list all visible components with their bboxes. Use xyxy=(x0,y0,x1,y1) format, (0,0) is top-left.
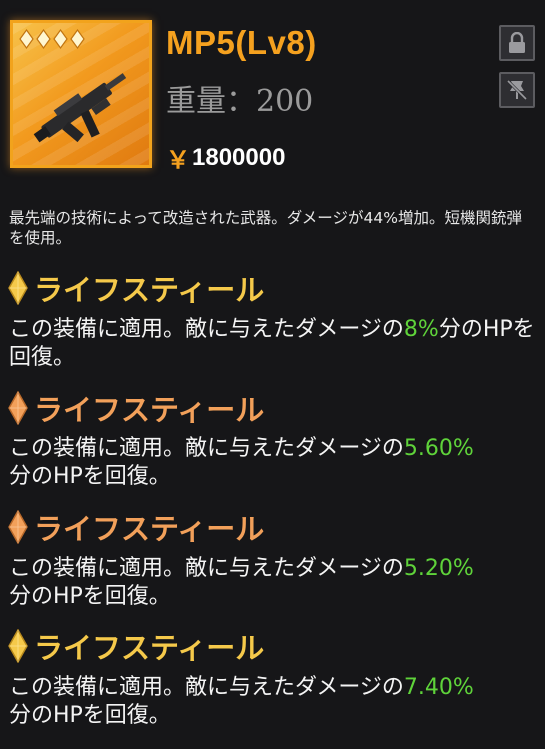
skill-title: ライフスティール xyxy=(8,625,264,667)
skill-desc-text: 分のHPを回復。 xyxy=(9,584,171,609)
item-name: MP5(Lv8) xyxy=(166,24,317,61)
skill-title-text: ライフスティール xyxy=(34,631,265,665)
skill-desc-text: 分のHPを回復。 xyxy=(9,703,171,728)
item-price-row: ￥ 1800000 xyxy=(166,140,285,175)
skill-percent: 8% xyxy=(403,317,439,342)
lock-button[interactable] xyxy=(499,25,535,61)
item-description: 最先端の技術によって改造された武器。ダメージが44%増加。短機関銃弾を使用。 xyxy=(9,209,522,247)
skill-title-text: ライフスティール xyxy=(34,512,265,546)
skill-percent: 5.60% xyxy=(403,436,474,461)
item-price: 1800000 xyxy=(192,143,286,171)
skill-description: この装備に適用。敵に与えたダメージの7.40% 分のHPを回復。 xyxy=(9,674,479,730)
skill-diamond-icon xyxy=(8,629,28,663)
skill-description: この装備に適用。敵に与えたダメージの5.20% 分のHPを回復。 xyxy=(9,555,479,611)
rarity-diamond-icon xyxy=(53,29,68,49)
skill-title-text: ライフスティール xyxy=(34,393,265,427)
skill-desc-text: この装備に適用。敵に与えたダメージの xyxy=(9,675,404,700)
rarity-stars xyxy=(19,29,85,49)
rarity-diamond-icon xyxy=(19,29,34,49)
skill-percent: 7.40% xyxy=(403,675,474,700)
skill-title-text: ライフスティール xyxy=(34,273,265,307)
skill-title: ライフスティール xyxy=(8,267,264,309)
skill-description: この装備に適用。敵に与えたダメージの5.60% 分のHPを回復。 xyxy=(9,435,479,491)
unpin-button[interactable] xyxy=(499,72,535,108)
skill-title: ライフスティール xyxy=(8,387,264,429)
rarity-diamond-icon xyxy=(70,29,85,49)
skill-diamond-icon xyxy=(8,391,28,425)
skill-diamond-icon xyxy=(8,510,28,544)
skill-desc-text: この装備に適用。敵に与えたダメージの xyxy=(9,317,404,342)
yen-icon: ￥ xyxy=(166,145,190,174)
item-weight: 重量：200 xyxy=(166,84,314,119)
skill-percent: 5.20% xyxy=(403,556,474,581)
skill-desc-text: 分のHPを回復。 xyxy=(9,464,171,489)
submachine-gun-icon xyxy=(33,73,127,143)
lock-icon xyxy=(509,32,525,53)
skill-desc-text: この装備に適用。敵に与えたダメージの xyxy=(9,436,404,461)
unpin-icon xyxy=(506,79,528,101)
skill-desc-text: この装備に適用。敵に与えたダメージの xyxy=(9,556,404,581)
item-icon-frame xyxy=(10,20,152,168)
skill-description: この装備に適用。敵に与えたダメージの8%分のHPを回復。 xyxy=(9,316,537,372)
skill-title: ライフスティール xyxy=(8,506,264,548)
rarity-diamond-icon xyxy=(36,29,51,49)
skill-diamond-icon xyxy=(8,271,28,305)
